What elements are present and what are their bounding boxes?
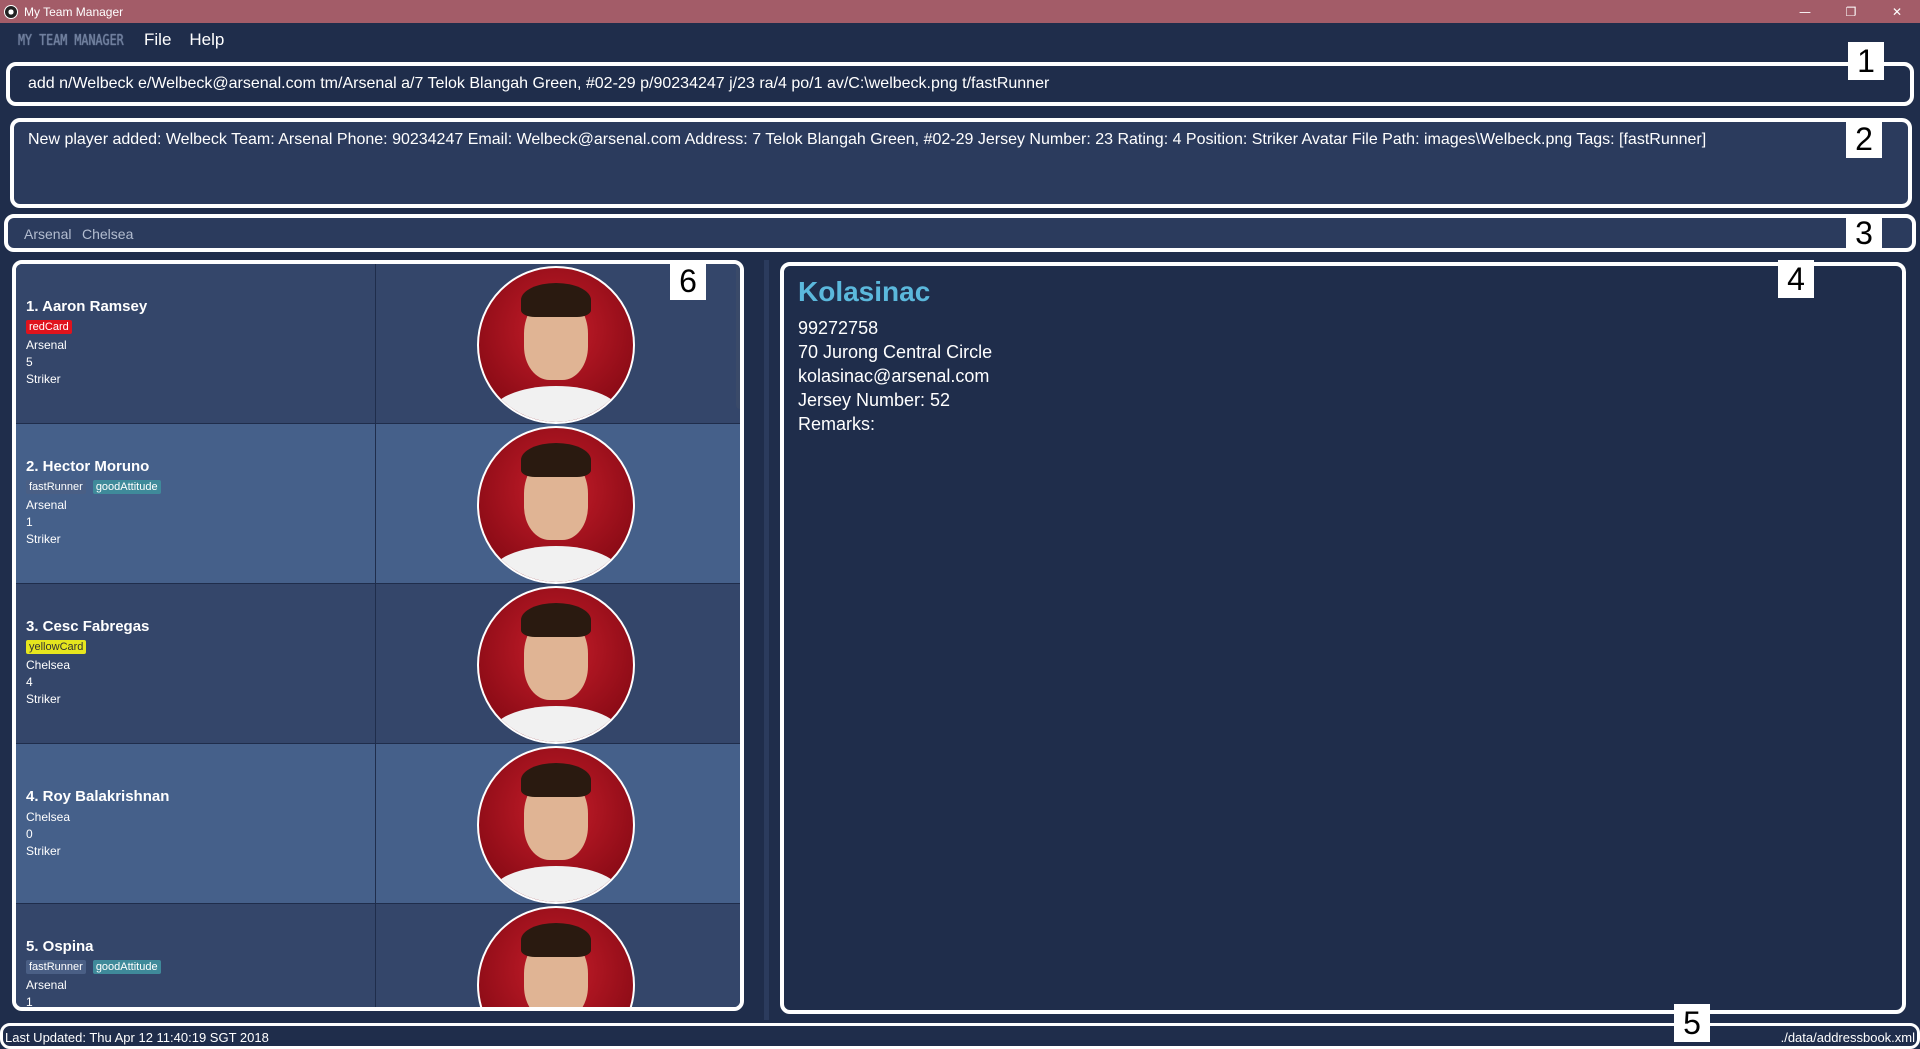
player-photo-area xyxy=(376,424,740,584)
player-info: 4. Roy Balakrishnan Chelsea 0 Striker xyxy=(16,744,376,903)
detail-player-name: Kolasinac xyxy=(798,276,931,307)
detail-email: kolasinac@arsenal.com xyxy=(798,366,990,386)
player-rating: 5 xyxy=(26,355,33,369)
marker-4: 4 xyxy=(1778,260,1814,298)
player-team: Arsenal xyxy=(26,498,67,512)
split-divider[interactable] xyxy=(764,260,769,1020)
marker-2: 2 xyxy=(1846,120,1882,158)
player-avatar xyxy=(477,266,635,424)
tag-redCard: redCard xyxy=(26,320,72,334)
player-card[interactable]: 4. Roy Balakrishnan Chelsea 0 Striker xyxy=(16,744,740,904)
player-avatar xyxy=(477,426,635,584)
tag-fastRunner: fastRunner xyxy=(26,960,86,974)
player-rating: 1 xyxy=(26,995,33,1009)
player-tags: fastRunner goodAttitude xyxy=(26,960,161,974)
player-position: Striker xyxy=(26,372,61,386)
player-list-panel: 1. Aaron Ramsey redCard Arsenal 5 Striker 2. … xyxy=(12,260,744,1011)
player-photo-area xyxy=(376,584,740,744)
player-card[interactable]: 1. Aaron Ramsey redCard Arsenal 5 Striker xyxy=(16,264,740,424)
team-item-chelsea[interactable]: Chelsea xyxy=(82,226,133,242)
detail-jersey: Jersey Number: 52 xyxy=(798,390,951,410)
detail-address: 70 Jurong Central Circle xyxy=(798,342,993,362)
team-item-arsenal[interactable]: Arsenal xyxy=(24,226,71,242)
player-photo-area xyxy=(376,744,740,904)
player-team: Chelsea xyxy=(26,658,71,672)
player-team: Chelsea xyxy=(26,810,71,824)
player-name: 1. Aaron Ramsey xyxy=(26,298,148,315)
minimize-button[interactable]: — xyxy=(1782,0,1828,23)
player-rating: 4 xyxy=(26,675,33,689)
restore-button[interactable]: ❐ xyxy=(1828,0,1874,23)
marker-6: 6 xyxy=(670,262,706,300)
player-detail-panel: Kolasinac 99272758 70 Jurong Central Cir… xyxy=(780,262,1906,1014)
player-rating: 1 xyxy=(26,515,33,529)
player-position: Striker xyxy=(26,532,61,546)
app-logo: MY TEAM MANAGER xyxy=(18,31,124,49)
window-controls: — ❐ ✕ xyxy=(1782,0,1920,23)
close-button[interactable]: ✕ xyxy=(1874,0,1920,23)
tag-yellowCard: yellowCard xyxy=(26,640,87,654)
scrollbar[interactable] xyxy=(736,264,740,409)
menu-file[interactable]: File xyxy=(144,30,171,50)
command-input[interactable] xyxy=(28,75,1828,93)
player-team: Arsenal xyxy=(26,338,67,352)
last-updated: Last Updated: Thu Apr 12 11:40:19 SGT 20… xyxy=(5,1030,269,1045)
tag-fastRunner: fastRunner xyxy=(26,480,86,494)
soccer-ball-icon xyxy=(4,4,18,19)
marker-5: 5 xyxy=(1674,1004,1710,1042)
player-card[interactable]: 5. OspinafastRunnergoodAttitudeArsenal1S… xyxy=(16,904,740,1009)
marker-3: 3 xyxy=(1846,214,1882,252)
player-name: 2. Hector Moruno xyxy=(26,458,150,475)
player-info: 5. OspinafastRunnergoodAttitudeArsenal1S… xyxy=(16,904,376,1009)
player-info: 3. Cesc Fabregas yellowCard Chelsea 4 Strike… xyxy=(16,584,376,743)
player-info: 2. Hector Moruno fastRunner goodAttitude Ar… xyxy=(16,424,376,583)
player-tags: redCard xyxy=(26,320,72,334)
detail-remarks: Remarks: xyxy=(798,414,876,434)
detail-phone: 99272758 xyxy=(798,318,879,338)
window-title: My Team Manager xyxy=(24,4,124,19)
player-card[interactable]: 2. Hector Moruno fastRunner goodAttitude Ar… xyxy=(16,424,740,584)
tag-goodAttitude: goodAttitude xyxy=(92,480,161,494)
player-name: 5. Ospina xyxy=(26,938,94,955)
tag-goodAttitude: goodAttitude xyxy=(92,960,161,974)
player-info: 1. Aaron Ramsey redCard Arsenal 5 Striker xyxy=(16,264,376,423)
player-name: 4. Roy Balakrishnan xyxy=(26,788,170,805)
player-photo-area xyxy=(376,904,740,1007)
menu-help[interactable]: Help xyxy=(189,30,224,50)
title-bar: My Team Manager — ❐ ✕ xyxy=(0,0,1920,23)
status-bar: Last Updated: Thu Apr 12 11:40:19 SGT 20… xyxy=(0,1023,1920,1049)
player-name: 3. Cesc Fabregas xyxy=(26,618,150,635)
player-position: Striker xyxy=(26,844,61,858)
player-avatar xyxy=(477,586,635,744)
player-position: Striker xyxy=(26,692,61,706)
result-display: New player added: Welbeck Team: Arsenal … xyxy=(10,118,1912,208)
player-card[interactable]: 3. Cesc Fabregas yellowCard Chelsea 4 Strike… xyxy=(16,584,740,744)
player-avatar xyxy=(477,906,635,1007)
player-rating: 0 xyxy=(26,827,33,841)
player-tags: yellowCard xyxy=(26,640,87,654)
marker-1: 1 xyxy=(1848,42,1884,80)
player-list[interactable]: 1. Aaron Ramsey redCard Arsenal 5 Striker 2. … xyxy=(16,264,740,1009)
menu-bar: MY TEAM MANAGER File Help xyxy=(0,23,1920,57)
result-text: New player added: Welbeck Team: Arsenal … xyxy=(28,131,1707,148)
save-location: ./data/addressbook.xml xyxy=(1780,1030,1915,1045)
player-avatar xyxy=(477,746,635,904)
player-team: Arsenal xyxy=(26,978,67,992)
command-box xyxy=(6,62,1914,106)
team-bar: Arsenal Chelsea xyxy=(4,214,1916,252)
player-tags: fastRunner goodAttitude xyxy=(26,480,161,494)
